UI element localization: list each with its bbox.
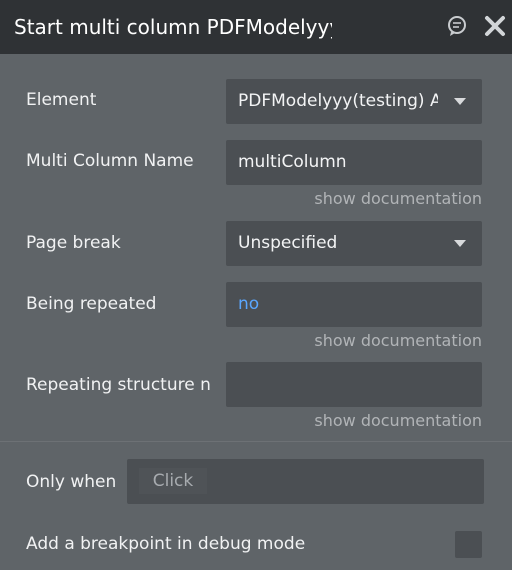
section-divider <box>0 441 512 442</box>
being-repeated-value: no <box>238 294 260 314</box>
being-repeated-input[interactable]: no <box>226 282 482 327</box>
repeating-structure-input[interactable] <box>226 362 482 407</box>
page-break-dropdown[interactable]: Unspecified <box>226 221 482 266</box>
being-repeated-label: Being repeated <box>26 294 157 314</box>
element-dropdown-value: PDFModelyyy(testing) A <box>238 91 438 111</box>
page-break-value: Unspecified <box>238 233 338 253</box>
show-documentation-link[interactable]: show documentation <box>314 189 482 209</box>
breakpoint-checkbox[interactable] <box>455 531 482 558</box>
show-documentation-link[interactable]: show documentation <box>314 331 482 351</box>
multi-column-name-value: multiColumn <box>238 152 347 172</box>
only-when-label: Only when <box>26 472 117 492</box>
element-dropdown[interactable]: PDFModelyyy(testing) A <box>226 79 482 124</box>
breakpoint-label: Add a breakpoint in debug mode <box>26 534 306 554</box>
multi-column-name-input[interactable]: multiColumn <box>226 140 482 185</box>
panel-header: Start multi column PDFModelyyy <box>0 0 512 54</box>
show-documentation-link[interactable]: show documentation <box>314 411 482 431</box>
repeating-structure-label: Repeating structure n <box>26 375 211 395</box>
panel-title: Start multi column PDFModelyyy <box>14 15 332 39</box>
element-label: Element <box>26 90 97 110</box>
close-icon[interactable] <box>484 15 506 37</box>
chevron-down-icon <box>454 240 466 247</box>
page-break-label: Page break <box>26 233 121 253</box>
only-when-condition-field[interactable]: Click <box>127 459 484 504</box>
chevron-down-icon <box>454 98 466 105</box>
comment-icon[interactable] <box>446 15 468 37</box>
multi-column-name-label: Multi Column Name <box>26 151 194 171</box>
click-placeholder[interactable]: Click <box>139 468 207 494</box>
